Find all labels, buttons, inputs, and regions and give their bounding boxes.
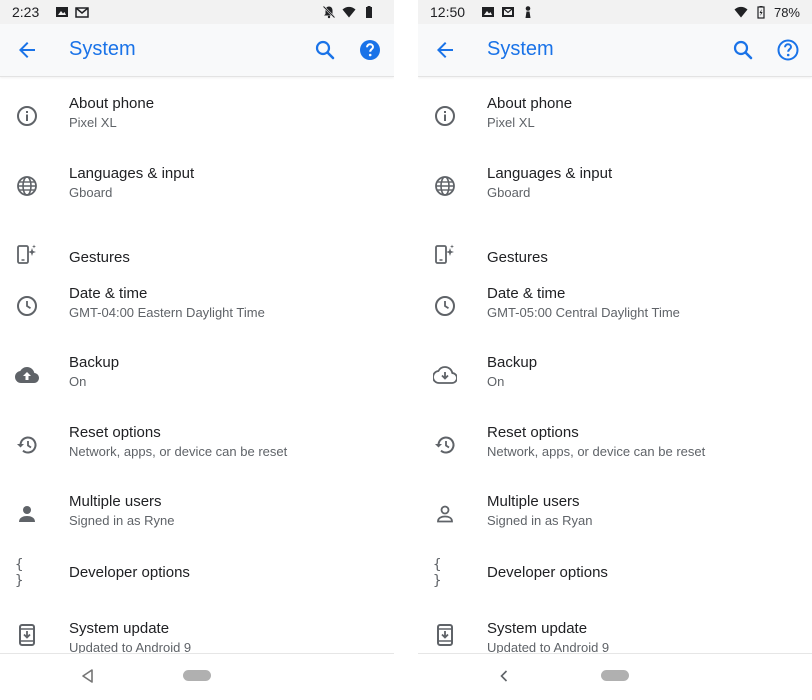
status-time: 2:23 xyxy=(12,4,40,20)
info-icon xyxy=(15,104,39,128)
back-arrow-icon[interactable] xyxy=(15,38,39,62)
setting-multiple-users[interactable]: Multiple users Signed in as Ryne xyxy=(0,487,394,553)
setting-summary: Gboard xyxy=(487,185,531,200)
search-icon[interactable] xyxy=(313,38,337,62)
image-notification-icon xyxy=(55,5,69,19)
setting-title: Gestures xyxy=(487,249,548,266)
setting-developer-options[interactable]: { } Developer options xyxy=(418,547,812,613)
setting-title: Developer options xyxy=(487,564,608,581)
mail-notification-icon xyxy=(501,5,515,19)
back-arrow-icon[interactable] xyxy=(433,38,457,62)
setting-summary: GMT-04:00 Eastern Daylight Time xyxy=(69,305,265,320)
braces-icon: { } xyxy=(433,557,442,589)
setting-summary: Signed in as Ryan xyxy=(487,513,593,528)
system-update-icon xyxy=(15,623,39,647)
setting-about-phone[interactable]: About phone Pixel XL xyxy=(0,89,394,155)
setting-date-time[interactable]: Date & time GMT-04:00 Eastern Daylight T… xyxy=(0,279,394,345)
nav-home-pill[interactable] xyxy=(601,670,629,681)
setting-multiple-users[interactable]: Multiple users Signed in as Ryan xyxy=(418,487,812,553)
setting-title: Gestures xyxy=(69,249,130,266)
setting-title: Multiple users xyxy=(487,493,580,510)
page-title: System xyxy=(487,38,554,60)
wifi-icon xyxy=(734,5,748,19)
setting-languages-input[interactable]: Languages & input Gboard xyxy=(0,159,394,225)
phone-screen-left: 2:23 System About phone Pixel XL Languag… xyxy=(0,0,394,700)
setting-title: Backup xyxy=(69,354,120,371)
setting-summary: On xyxy=(487,374,505,389)
setting-reset-options[interactable]: Reset options Network, apps, or device c… xyxy=(0,418,394,484)
setting-summary: GMT-05:00 Central Daylight Time xyxy=(487,305,680,320)
app-bar: System xyxy=(418,24,812,77)
help-icon[interactable] xyxy=(358,38,382,62)
setting-summary: On xyxy=(69,374,87,389)
person-outline-icon xyxy=(433,502,457,526)
setting-reset-options[interactable]: Reset options Network, apps, or device c… xyxy=(418,418,812,484)
phone-screen-right: 12:50 78% System About phone Pixel XL La… xyxy=(418,0,812,700)
nav-back-icon[interactable] xyxy=(496,668,512,684)
setting-title: Languages & input xyxy=(69,165,195,182)
gestures-icon xyxy=(15,242,39,266)
image-notification-icon xyxy=(481,5,495,19)
clock-icon xyxy=(433,294,457,318)
help-outline-icon[interactable] xyxy=(776,38,800,62)
setting-title: Date & time xyxy=(69,285,148,302)
status-time: 12:50 xyxy=(430,4,466,20)
navigation-bar xyxy=(0,653,394,700)
page-title: System xyxy=(69,38,136,60)
globe-icon xyxy=(433,174,457,198)
gestures-icon xyxy=(433,242,457,266)
info-icon xyxy=(433,104,457,128)
setting-title: System update xyxy=(69,620,170,637)
nav-home-pill[interactable] xyxy=(183,670,211,681)
battery-icon xyxy=(362,5,376,19)
person-icon xyxy=(15,502,39,526)
setting-title: Developer options xyxy=(69,564,190,581)
setting-title: About phone xyxy=(69,95,155,112)
setting-summary: Network, apps, or device can be reset xyxy=(69,444,288,459)
setting-summary: Signed in as Ryne xyxy=(69,513,175,528)
battery-percent: 78% xyxy=(773,4,800,20)
setting-developer-options[interactable]: { } Developer options xyxy=(0,547,394,613)
wifi-icon xyxy=(342,5,356,19)
setting-backup[interactable]: Backup On xyxy=(418,348,812,414)
setting-title: Multiple users xyxy=(69,493,162,510)
mail-notification-icon xyxy=(75,5,89,19)
setting-summary: Pixel XL xyxy=(487,115,535,130)
setting-languages-input[interactable]: Languages & input Gboard xyxy=(418,159,812,225)
search-icon[interactable] xyxy=(731,38,755,62)
setting-summary: Network, apps, or device can be reset xyxy=(487,444,706,459)
setting-summary: Pixel XL xyxy=(69,115,117,130)
cloud-upload-icon xyxy=(15,363,39,387)
clock-icon xyxy=(15,294,39,318)
bell-off-icon xyxy=(322,5,336,19)
nav-back-icon[interactable] xyxy=(80,668,96,684)
setting-summary: Gboard xyxy=(69,185,113,200)
setting-title: Reset options xyxy=(69,424,161,441)
setting-title: Backup xyxy=(487,354,538,371)
battery-charging-icon xyxy=(754,5,768,19)
status-bar: 2:23 xyxy=(0,0,394,24)
setting-title: Reset options xyxy=(487,424,579,441)
globe-icon xyxy=(15,174,39,198)
setting-title: Languages & input xyxy=(487,165,613,182)
braces-icon: { } xyxy=(15,557,24,589)
pawn-icon xyxy=(521,5,535,19)
system-update-icon xyxy=(433,623,457,647)
setting-date-time[interactable]: Date & time GMT-05:00 Central Daylight T… xyxy=(418,279,812,345)
setting-backup[interactable]: Backup On xyxy=(0,348,394,414)
history-icon xyxy=(15,433,39,457)
history-icon xyxy=(433,433,457,457)
setting-about-phone[interactable]: About phone Pixel XL xyxy=(418,89,812,155)
navigation-bar xyxy=(418,653,812,700)
status-bar: 12:50 78% xyxy=(418,0,812,24)
setting-title: About phone xyxy=(487,95,573,112)
app-bar: System xyxy=(0,24,394,77)
setting-title: System update xyxy=(487,620,588,637)
setting-title: Date & time xyxy=(487,285,566,302)
cloud-done-icon xyxy=(432,363,458,387)
